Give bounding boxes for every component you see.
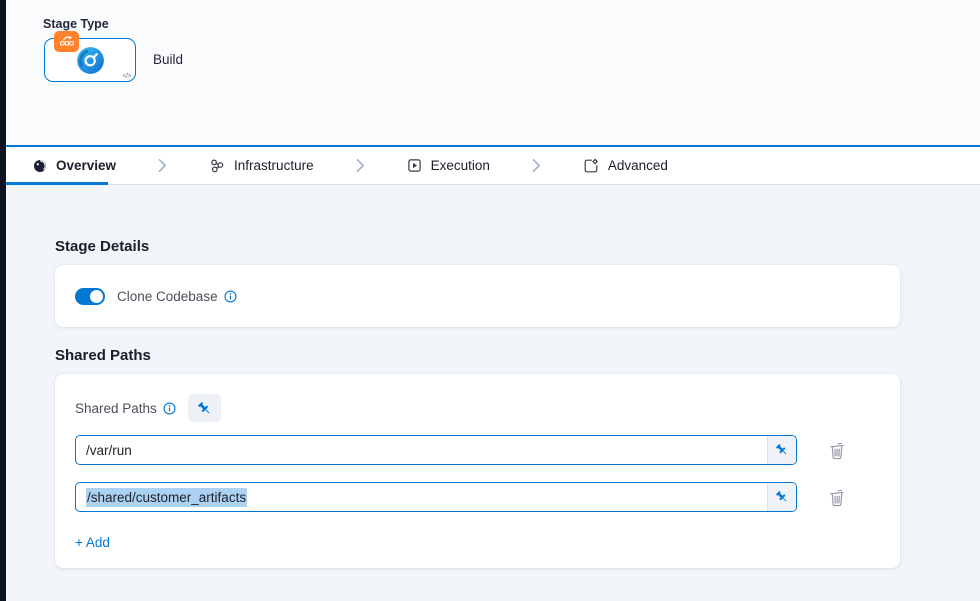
chevron-right-icon <box>532 158 541 173</box>
stage-type-label: Stage Type <box>43 17 109 31</box>
tab-label: Execution <box>431 158 490 173</box>
shared-paths-field-label: Shared Paths <box>75 401 157 416</box>
execution-icon <box>407 158 422 173</box>
shared-paths-heading: Shared Paths <box>55 347 980 364</box>
shared-path-row: /shared/customer_artifacts <box>75 482 880 512</box>
infrastructure-icon <box>209 158 225 174</box>
chevron-right-icon <box>158 158 167 173</box>
left-dark-rail <box>0 0 6 601</box>
info-icon[interactable] <box>163 402 176 415</box>
clone-codebase-label: Clone Codebase <box>117 289 218 304</box>
stage-details-heading: Stage Details <box>55 238 980 255</box>
pin-icon[interactable] <box>767 483 796 511</box>
shared-path-row: /var/run <box>75 435 880 465</box>
info-icon[interactable] <box>224 290 237 303</box>
add-path-button[interactable]: + Add <box>75 535 110 550</box>
tab-label: Overview <box>56 158 116 173</box>
clone-codebase-toggle[interactable] <box>75 288 105 305</box>
delete-path-button[interactable] <box>826 486 848 509</box>
active-tab-underline <box>0 182 108 185</box>
stage-type-panel: Stage Type <box>0 0 980 147</box>
pipeline-badge-icon <box>54 31 79 52</box>
shared-path-value: /shared/customer_artifacts <box>86 488 247 507</box>
tab-infrastructure[interactable]: Infrastructure <box>209 158 314 174</box>
runtime-input-pin-button[interactable] <box>188 394 221 422</box>
stage-details-card: Clone Codebase <box>55 265 900 327</box>
chevron-right-icon <box>356 158 365 173</box>
shared-path-value: /var/run <box>76 443 767 458</box>
stage-type-value: Build <box>153 52 183 67</box>
overview-icon <box>33 159 47 173</box>
tab-label: Advanced <box>608 158 668 173</box>
advanced-icon <box>583 158 599 174</box>
shared-path-input-2[interactable]: /shared/customer_artifacts <box>75 482 797 512</box>
tab-advanced[interactable]: Advanced <box>583 158 668 174</box>
tab-label: Infrastructure <box>234 158 314 173</box>
stage-overview-content: Stage Details Clone Codebase Shared Path… <box>6 186 980 601</box>
ci-build-icon <box>76 46 105 75</box>
stage-tab-bar: Overview Infrastructure Execution <box>0 145 980 185</box>
shared-paths-card: Shared Paths <box>55 374 900 568</box>
tab-overview[interactable]: Overview <box>33 158 116 173</box>
toggle-knob <box>90 290 103 303</box>
shared-path-input-1[interactable]: /var/run <box>75 435 797 465</box>
stage-type-card[interactable]: </> <box>44 38 136 82</box>
tab-execution[interactable]: Execution <box>407 158 490 173</box>
code-icon: </> <box>122 73 131 80</box>
delete-path-button[interactable] <box>826 439 848 462</box>
pin-icon[interactable] <box>767 436 796 464</box>
